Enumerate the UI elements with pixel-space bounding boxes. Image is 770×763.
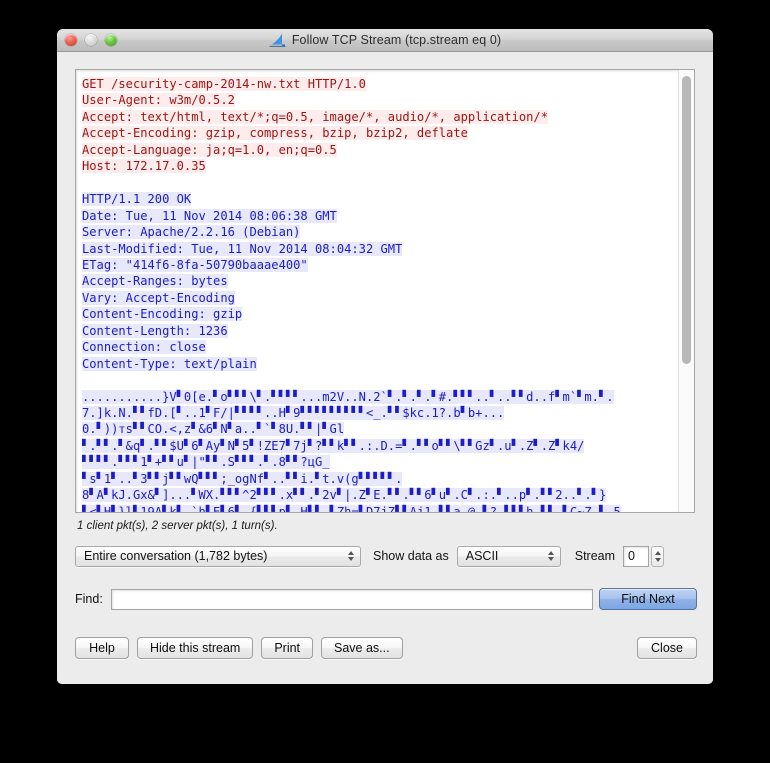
stream-line-text: 7.]k.N.▘▘fD.[▘..1▘F/|▘▘▘▘..H▘9▘▘▘▘▘▘▘▘▘<…	[82, 406, 505, 421]
screen-root: Follow TCP Stream (tcp.stream eq 0) GET …	[0, 0, 770, 763]
window-body: GET /security-camp-2014-nw.txt HTTP/1.0 U…	[57, 52, 713, 684]
stream-line: Server: Apache/2.2.16 (Debian)	[82, 224, 301, 240]
stream-blank-line	[82, 175, 89, 191]
stream-line: Accept-Ranges: bytes	[82, 273, 228, 289]
window-title: Follow TCP Stream (tcp.stream eq 0)	[291, 33, 502, 47]
stream-line-text: Vary: Accept-Encoding	[82, 290, 235, 305]
stream-line-text: 8▘A▘kJ.Gx&▘]...▘WX.▘▘▘^2▘▘▘.x▘▘.▘2v▘|.Z▘…	[82, 488, 607, 503]
stream-line: Date: Tue, 11 Nov 2014 08:06:38 GMT	[82, 208, 337, 224]
conversation-select[interactable]: Entire conversation (1,782 bytes)	[75, 545, 361, 567]
stream-line: ▘▘▘▘.▘▘▘1▘+▘▘u▘|"▘▘.S▘▘▘.▘.8▘▘?цG_	[82, 454, 330, 470]
stream-line-text: Date: Tue, 11 Nov 2014 08:06:38 GMT	[82, 208, 337, 223]
stream-content-panel: GET /security-camp-2014-nw.txt HTTP/1.0 U…	[75, 69, 695, 513]
follow-tcp-stream-window: Follow TCP Stream (tcp.stream eq 0) GET …	[57, 29, 713, 684]
stream-line-text: Connection: close	[82, 340, 206, 355]
wireshark-shark-fin-icon	[269, 33, 286, 47]
stream-line: User-Agent: w3m/0.5.2	[82, 92, 235, 108]
stream-line-text: HTTP/1.1 200 OK	[82, 192, 192, 207]
stream-line-text: User-Agent: w3m/0.5.2	[82, 93, 235, 108]
find-input[interactable]	[110, 588, 593, 610]
scrollbar-thumb[interactable]	[682, 76, 691, 364]
stream-line: ETag: "414f6-8fa-50790baaae400"	[82, 257, 308, 273]
stream-line: 7.]k.N.▘▘fD.[▘..1▘F/|▘▘▘▘..H▘9▘▘▘▘▘▘▘▘▘<…	[82, 405, 505, 421]
close-button[interactable]: Close	[637, 637, 697, 659]
stream-line-text: Accept-Ranges: bytes	[82, 274, 228, 289]
window-title-group: Follow TCP Stream (tcp.stream eq 0)	[57, 29, 713, 51]
stream-line: ▘.▘▘.▘&q▘.▘▘$U▘6▘Ay▘N▘5▘!ZE7▘7j▘?▘▘k▘▘.:…	[82, 438, 585, 454]
window-titlebar[interactable]: Follow TCP Stream (tcp.stream eq 0)	[57, 29, 713, 52]
stream-line: ▘<▘H▘}l▘19A▘k▘.`h▘E▘6▘.{▘▘▘p▘.H▘▘.▘Zh=▘D…	[82, 504, 621, 512]
stream-line-text: Host: 172.17.0.35	[82, 159, 206, 174]
stream-line-text: Accept: text/html, text/*;q=0.5, image/*…	[82, 109, 548, 124]
stream-line-text: Content-Type: text/plain	[82, 356, 257, 371]
stream-line-text: ETag: "414f6-8fa-50790baaae400"	[82, 257, 308, 272]
show-data-as-value: ASCII	[465, 549, 499, 563]
find-row: Find: Find Next	[75, 588, 697, 610]
help-button[interactable]: Help	[75, 637, 129, 659]
stream-line: Host: 172.17.0.35	[82, 158, 206, 174]
hide-this-stream-button[interactable]: Hide this stream	[137, 637, 254, 659]
stream-line-text: ▘s▘1▘..▘3▘▘j▘▘wQ▘▘▘;_ogNf▘..▘▘i.▘t.v(g▘▘…	[82, 471, 403, 486]
stream-line-text: Content-Length: 1236	[82, 323, 228, 338]
stream-line: Accept-Encoding: gzip, compress, bzip, b…	[82, 125, 468, 141]
stream-line: Vary: Accept-Encoding	[82, 290, 235, 306]
stream-line: Content-Length: 1236	[82, 323, 228, 339]
find-label: Find:	[75, 592, 103, 606]
stream-controls-row: Entire conversation (1,782 bytes) Show d…	[75, 544, 697, 568]
print-button[interactable]: Print	[261, 637, 314, 659]
stepper-up-icon[interactable]	[654, 550, 661, 555]
save-as-button[interactable]: Save as...	[321, 637, 403, 659]
stream-line: Content-Type: text/plain	[82, 356, 257, 372]
stream-line: 8▘A▘kJ.Gx&▘]...▘WX.▘▘▘^2▘▘▘.x▘▘.▘2v▘|.Z▘…	[82, 487, 607, 503]
stepper-down-icon[interactable]	[654, 557, 661, 562]
dialog-buttons-row: Help Hide this stream Print Save as... C…	[75, 636, 697, 660]
stream-line: ▘s▘1▘..▘3▘▘j▘▘wQ▘▘▘;_ogNf▘..▘▘i.▘t.v(g▘▘…	[82, 471, 403, 487]
stream-line: Accept: text/html, text/*;q=0.5, image/*…	[82, 109, 548, 125]
conversation-select-value: Entire conversation (1,782 bytes)	[84, 549, 268, 563]
stream-line-text: GET /security-camp-2014-nw.txt HTTP/1.0	[82, 77, 366, 91]
stream-label: Stream	[574, 549, 616, 563]
stream-line-text: 0.▘))ᴛs▘▘CO.<,z▘&6▘N▘a..▘`▘8U.▘▘|▘Gl	[82, 422, 345, 437]
packet-count-status: 1 client pkt(s), 2 server pkt(s), 1 turn…	[77, 520, 278, 532]
stream-line: Last-Modified: Tue, 11 Nov 2014 08:04:32…	[82, 241, 403, 257]
stream-stepper[interactable]	[651, 545, 665, 567]
stream-line: Accept-Language: ja;q=1.0, en;q=0.5	[82, 142, 337, 158]
chevron-updown-icon	[348, 551, 354, 561]
stream-line-text: ▘<▘H▘}l▘19A▘k▘.`h▘E▘6▘.{▘▘▘p▘.H▘▘.▘Zh=▘D…	[82, 504, 621, 512]
stream-line-text: Server: Apache/2.2.16 (Debian)	[82, 225, 301, 240]
stream-number-input[interactable]: 0	[623, 545, 650, 567]
stream-line: Content-Encoding: gzip	[82, 306, 243, 322]
stream-text-view[interactable]: GET /security-camp-2014-nw.txt HTTP/1.0 U…	[76, 70, 678, 512]
stream-line-text: Content-Encoding: gzip	[82, 307, 243, 322]
stream-line: ...........}V▘0[e.▘o▘▘▘\▘.▘▘▘▘...m2V..N.…	[82, 389, 614, 405]
stream-line-text: ▘.▘▘.▘&q▘.▘▘$U▘6▘Ay▘N▘5▘!ZE7▘7j▘?▘▘k▘▘.:…	[82, 438, 585, 453]
stream-line-text: ▘▘▘▘.▘▘▘1▘+▘▘u▘|"▘▘.S▘▘▘.▘.8▘▘?цG_	[82, 455, 330, 470]
stream-line: Connection: close	[82, 339, 206, 355]
find-next-button[interactable]: Find Next	[599, 588, 697, 610]
stream-blank-line	[82, 372, 89, 388]
stream-line-text: Accept-Encoding: gzip, compress, bzip, b…	[82, 126, 468, 141]
stream-line-text: Last-Modified: Tue, 11 Nov 2014 08:04:32…	[82, 241, 403, 256]
stream-vertical-scrollbar[interactable]	[678, 70, 694, 512]
chevron-updown-icon	[547, 551, 554, 561]
stream-line: 0.▘))ᴛs▘▘CO.<,z▘&6▘N▘a..▘`▘8U.▘▘|▘Gl	[82, 421, 345, 437]
stream-line-text: Accept-Language: ja;q=1.0, en;q=0.5	[82, 142, 337, 157]
show-data-as-select[interactable]: ASCII	[456, 545, 561, 567]
stream-line: GET /security-camp-2014-nw.txt HTTP/1.0	[82, 76, 366, 92]
stream-line: HTTP/1.1 200 OK	[82, 191, 192, 207]
show-data-as-label: Show data as	[373, 549, 449, 563]
stream-line-text: ...........}V▘0[e.▘o▘▘▘\▘.▘▘▘▘...m2V..N.…	[82, 389, 614, 404]
